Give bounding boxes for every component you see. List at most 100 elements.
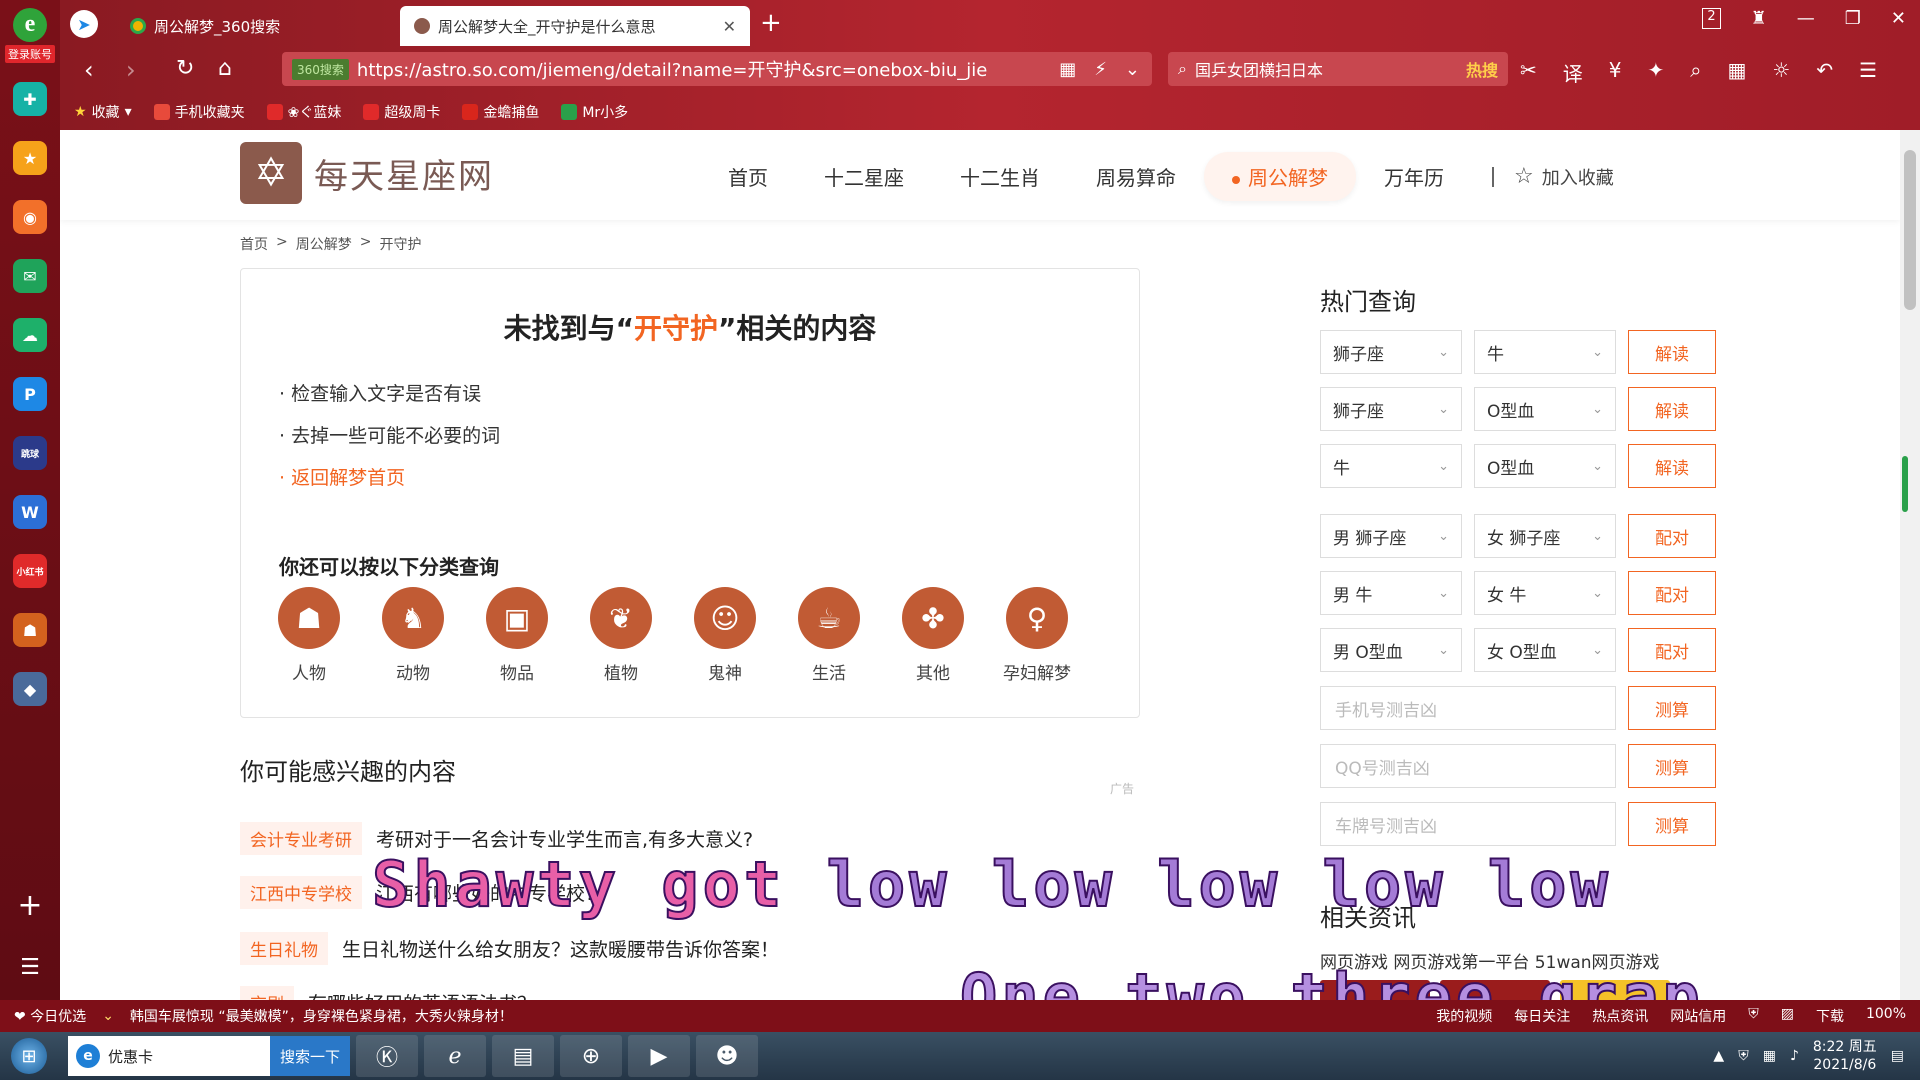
select-a[interactable]: 牛 ⌄ (1320, 444, 1462, 488)
breadcrumb-home[interactable]: 首页 (240, 234, 268, 254)
volume-icon[interactable]: ♪ (1790, 1048, 1799, 1064)
match-button[interactable]: 配对 (1628, 514, 1716, 558)
site-logo[interactable]: ✡ 每天星座网 (240, 142, 494, 204)
recommend-item[interactable]: 京剧 有哪些好用的英语语法书？ (240, 986, 536, 1000)
restore-icon[interactable]: ❐ (1845, 8, 1861, 29)
tray-expand-icon[interactable]: ▲ (1713, 1048, 1724, 1064)
nav-zodiac[interactable]: 十二星座 (796, 152, 932, 201)
category-plant[interactable]: ❦ 植物 (589, 587, 653, 684)
category-other[interactable]: ✤ 其他 (901, 587, 965, 684)
tab-dream-detail[interactable]: 周公解梦大全_开守护是什么意思 ✕ (400, 6, 750, 46)
taskbar-search-button[interactable]: 搜索一下 (269, 1036, 350, 1076)
recommend-item[interactable]: 生日礼物 生日礼物送什么给女朋友？这款暖腰带告诉你答案！ (240, 932, 779, 965)
select-a[interactable]: 狮子座 ⌄ (1320, 330, 1462, 374)
my-video-link[interactable]: 我的视频 (1436, 1006, 1492, 1026)
category-object[interactable]: ▣ 物品 (485, 587, 549, 684)
send-icon[interactable]: ➤ (70, 10, 98, 38)
select-female[interactable]: 女 狮子座 ⌄ (1474, 514, 1616, 558)
minimize-icon[interactable]: — (1797, 8, 1815, 29)
video-player-icon[interactable]: ▶ (628, 1035, 690, 1077)
start-button[interactable]: ⊞ (0, 1032, 58, 1080)
gamepad-icon[interactable]: ✦ (1648, 58, 1665, 87)
plate-input[interactable]: 车牌号测吉凶 (1320, 802, 1616, 846)
xiaohongshu-icon[interactable]: 小红书 (13, 554, 47, 588)
select-a[interactable]: 狮子座 ⌄ (1320, 387, 1462, 431)
nav-home[interactable]: 首页 (700, 152, 796, 201)
avatar-app-icon[interactable]: ☻ (696, 1035, 758, 1077)
bookmark-item[interactable]: ❀ぐ蓝妹 (266, 102, 341, 122)
chevron-down-icon[interactable]: ⌄ (1125, 59, 1140, 80)
nav-chinese-zodiac[interactable]: 十二生肖 (932, 152, 1068, 201)
bookmark-favorites[interactable]: ★ 收藏 ▾ (74, 102, 132, 122)
bookmark-item[interactable]: 超级周卡 (363, 102, 440, 122)
select-male[interactable]: 男 狮子座 ⌄ (1320, 514, 1462, 558)
menu-list-icon[interactable]: ☰ (0, 955, 60, 980)
recommend-text[interactable]: 生日礼物送什么给女朋友？这款暖腰带告诉你答案！ (342, 935, 779, 962)
select-b[interactable]: O型血 ⌄ (1474, 387, 1616, 431)
p-icon[interactable]: P (13, 377, 47, 411)
qq-input[interactable]: QQ号测吉凶 (1320, 744, 1616, 788)
speed-icon[interactable]: ⚡ (1094, 59, 1107, 80)
star-icon[interactable]: ★ (13, 141, 47, 175)
skin-icon[interactable]: ♜ (1751, 8, 1767, 29)
select-male[interactable]: 男 O型血 ⌄ (1320, 628, 1462, 672)
notification-icon[interactable]: ▤ (1891, 1048, 1904, 1064)
qr-icon[interactable]: ▦ (1059, 59, 1076, 80)
tab-count-badge[interactable]: 2 (1702, 8, 1721, 29)
download-link[interactable]: 下载 (1816, 1006, 1844, 1026)
coin-icon[interactable]: ¥ (1609, 58, 1622, 87)
match-button[interactable]: 配对 (1628, 628, 1716, 672)
home-icon[interactable]: ⌂ (218, 56, 232, 81)
tab-360-search[interactable]: 周公解梦_360搜索 (116, 6, 416, 46)
bookmark-item[interactable]: Mr小多 (561, 102, 628, 122)
category-person[interactable]: ☗ 人物 (277, 587, 341, 684)
hot-news-link[interactable]: 热点资讯 (1592, 1006, 1648, 1026)
breadcrumb-dream[interactable]: 周公解梦 (296, 234, 352, 254)
find-icon[interactable]: ⌕ (1690, 58, 1701, 87)
shield-icon[interactable]: ⛨ (1748, 1006, 1759, 1026)
search-box[interactable]: ⌕ 国乒女团横扫日本 热搜 (1168, 52, 1508, 86)
scrollbar-thumb[interactable] (1904, 150, 1916, 310)
interpret-button[interactable]: 解读 (1628, 387, 1716, 431)
add-icon[interactable]: + (0, 888, 60, 923)
calculate-button[interactable]: 测算 (1628, 802, 1716, 846)
recommend-tag[interactable]: 生日礼物 (240, 932, 328, 965)
nav-fortune[interactable]: 周易算命 (1068, 152, 1204, 201)
recommend-tag[interactable]: 京剧 (240, 986, 294, 1000)
select-b[interactable]: 牛 ⌄ (1474, 330, 1616, 374)
main-menu-icon[interactable]: ☰ (1859, 58, 1877, 87)
login-account-button[interactable]: 登录账号 (5, 44, 55, 63)
game-icon[interactable]: 跳球 (13, 436, 47, 470)
ie-browser-icon[interactable]: ℯ (424, 1035, 486, 1077)
browser-logo[interactable]: e 登录账号 (0, 0, 60, 70)
plus-circle-icon[interactable]: ✚ (13, 82, 47, 116)
refresh-icon[interactable]: ↻ (176, 56, 194, 81)
daily-picks[interactable]: ❤ 今日优选 (14, 1006, 86, 1026)
undo-icon[interactable]: ↶ (1816, 58, 1833, 87)
new-tab-button[interactable]: + (760, 8, 782, 38)
bookmark-mobile[interactable]: 手机收藏夹 (153, 102, 245, 122)
k-app-icon[interactable]: Ⓚ (356, 1035, 418, 1077)
category-pregnant[interactable]: ♀ 孕妇解梦 (1003, 587, 1071, 684)
interpret-button[interactable]: 解读 (1628, 330, 1716, 374)
address-bar[interactable]: 360搜索 https://astro.so.com/jiemeng/detai… (282, 52, 1152, 86)
recommend-tag[interactable]: 会计专业考研 (240, 822, 362, 855)
forward-icon[interactable]: › (126, 56, 136, 84)
calculate-button[interactable]: 测算 (1628, 744, 1716, 788)
image-icon[interactable]: ▨ (1781, 1006, 1794, 1026)
back-to-dream-home-link[interactable]: · 返回解梦首页 (279, 463, 405, 490)
match-button[interactable]: 配对 (1628, 571, 1716, 615)
doc-icon[interactable]: W (13, 495, 47, 529)
select-female[interactable]: 女 牛 ⌄ (1474, 571, 1616, 615)
apps-icon[interactable]: ▦ (1727, 58, 1746, 87)
site-credit-link[interactable]: 网站信用 (1670, 1006, 1726, 1026)
close-window-icon[interactable]: ✕ (1891, 8, 1906, 29)
brightness-icon[interactable]: ☼ (1772, 58, 1790, 87)
network-icon[interactable]: ▦ (1763, 1048, 1776, 1064)
taskbar-search[interactable]: e 优惠卡 搜索一下 (68, 1036, 350, 1076)
scissors-icon[interactable]: ✂ (1520, 58, 1537, 87)
clock[interactable]: 8:22 周五 2021/8/6 (1813, 1038, 1877, 1074)
search-query[interactable]: 国乒女团横扫日本 (1195, 57, 1323, 81)
daily-follow-link[interactable]: 每日关注 (1514, 1006, 1570, 1026)
translate-icon[interactable]: 译 (1563, 58, 1583, 87)
